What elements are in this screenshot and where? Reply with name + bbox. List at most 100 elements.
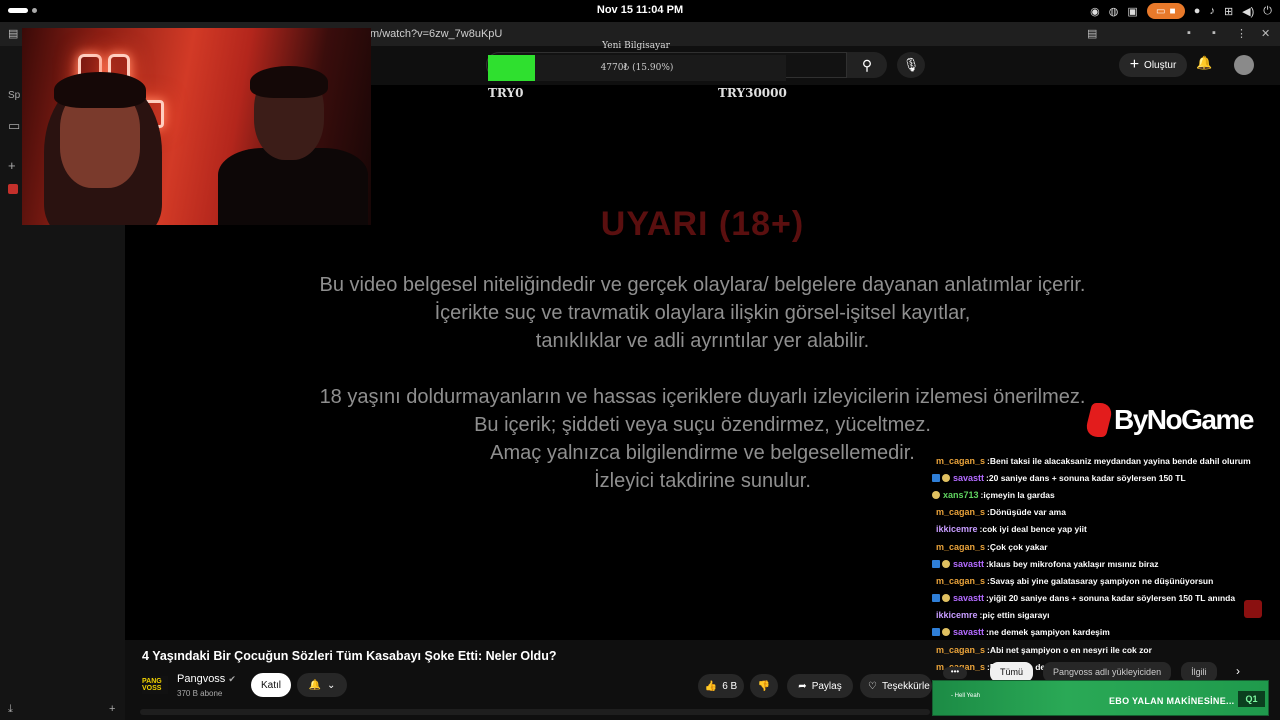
chat-text: Abi net şampiyon o en nesyri ile cok zor xyxy=(989,644,1152,655)
channel-logo[interactable]: PANG VOSS xyxy=(142,676,168,694)
chat-username[interactable]: ikkicemre xyxy=(936,524,978,534)
chat-message: m_cagan_s: Savaş abi yine galatasaray şa… xyxy=(932,572,1280,589)
more-icon[interactable]: ••• xyxy=(943,667,967,679)
stop-icon: ■ xyxy=(1169,5,1176,17)
volume-icon[interactable]: ◀) xyxy=(1242,5,1254,18)
add-tab-icon[interactable]: + xyxy=(8,158,16,173)
coin-badge-icon xyxy=(942,628,950,637)
chat-username[interactable]: m_cagan_s xyxy=(936,645,985,655)
like-count: 6 B xyxy=(722,680,738,692)
extension-icon[interactable]: ▪ xyxy=(1187,27,1191,39)
avatar[interactable] xyxy=(1234,55,1254,75)
chat-username[interactable]: m_cagan_s xyxy=(936,576,985,586)
goal-max-label: TRY30000 xyxy=(718,86,787,100)
close-icon[interactable]: ✕ xyxy=(1261,27,1270,40)
chat-text: 20 saniye dans + sonuna kadar söylersen … xyxy=(988,472,1186,483)
screen-share-indicator[interactable]: ▭ ■ xyxy=(1146,3,1185,19)
thumbs-up-icon: 👍 xyxy=(704,680,718,692)
counter-icon: Q xyxy=(1245,694,1253,704)
folder-icon[interactable]: ▭ xyxy=(8,118,20,134)
sidebar-label: Sp xyxy=(8,90,21,101)
chat-text: Çok çok yakar xyxy=(989,541,1048,552)
chat-text: yiğit 20 saniye dans + sonuna kadar söyl… xyxy=(988,593,1236,604)
share-label: Paylaş xyxy=(811,680,842,692)
add-icon[interactable]: + xyxy=(109,703,115,715)
address-bar[interactable]: m/watch?v=6zw_7w8uKpU xyxy=(370,28,502,40)
chat-text: klaus bey mikrofona yaklaşır mısınız bir… xyxy=(988,558,1159,569)
chat-username[interactable]: ikkicemre xyxy=(936,610,978,620)
microphone-icon: 🎙 xyxy=(902,57,920,72)
warning-line: tanıklıklar ve adli ayrıntılar yer alabi… xyxy=(535,330,870,352)
search-icon: ⚲ xyxy=(861,56,873,73)
tab-related[interactable]: İlgili xyxy=(1181,662,1217,682)
chat-overlay: m_cagan_s: Beni taksi ile alacaksaniz me… xyxy=(932,452,1280,675)
chat-username[interactable]: m_cagan_s xyxy=(936,456,985,466)
power-icon[interactable]: ⏻ xyxy=(1263,5,1272,18)
warning-line: Bu video belgesel niteliğindedir ve gerç… xyxy=(319,274,1086,296)
join-button[interactable]: Katıl xyxy=(251,673,291,697)
network-icon[interactable]: ⊞ xyxy=(1224,5,1233,18)
subscriber-count: 370 B abone xyxy=(177,689,223,698)
channel-name[interactable]: Pangvoss ✔ xyxy=(177,673,236,685)
download-icon[interactable]: ⤓ xyxy=(8,703,13,716)
bynogame-wordmark: ByNoGame xyxy=(1114,404,1254,435)
tab-uploader[interactable]: Pangvoss adlı yükleyiciden xyxy=(1043,662,1172,682)
record-indicator-icon[interactable]: ◉ xyxy=(1090,5,1100,18)
goal-min-label: TRY0 xyxy=(488,86,524,100)
youtube-watermark-icon xyxy=(1244,600,1262,618)
tab-all[interactable]: Tümü xyxy=(990,662,1034,682)
create-button[interactable]: + Oluştur xyxy=(1119,53,1187,77)
banner-counter: Q1 xyxy=(1238,691,1265,707)
extension-icon-2[interactable]: ▪ xyxy=(1212,27,1216,39)
dislike-button[interactable]: 👎 xyxy=(750,674,778,698)
moderator-badge-icon xyxy=(932,594,940,603)
reader-mode-icon[interactable]: ▤ xyxy=(1087,27,1097,40)
warning-title: UYARI (18+) xyxy=(600,205,805,243)
chat-text: Beni taksi ile alacaksaniz meydandan yay… xyxy=(989,455,1251,466)
chat-badges xyxy=(932,559,950,568)
like-button[interactable]: 👍 6 B xyxy=(698,674,744,698)
voice-search-button[interactable]: 🎙 xyxy=(897,52,925,78)
chat-username[interactable]: m_cagan_s xyxy=(936,542,985,552)
chat-text: Savaş abi yine galatasaray şampiyon ne d… xyxy=(989,575,1214,586)
horizontal-scrollbar[interactable] xyxy=(140,709,930,715)
chat-username[interactable]: savastt xyxy=(953,473,984,483)
moderator-badge-icon xyxy=(932,473,940,482)
thanks-button[interactable]: ♡ Teşekkürle xyxy=(860,674,932,698)
chat-text: içmeyin la gardas xyxy=(983,489,1055,500)
chat-message: m_cagan_s: Beni taksi ile alacaksaniz me… xyxy=(932,452,1280,469)
chat-username[interactable]: m_cagan_s xyxy=(936,507,985,517)
sidebar-toggle-icon[interactable]: ▤ xyxy=(8,27,18,40)
thumbs-down-icon: 👎 xyxy=(757,680,771,692)
chat-username[interactable]: savastt xyxy=(953,559,984,569)
menu-icon[interactable]: ⋮ xyxy=(1236,27,1247,40)
chat-message: ikkicemre: piç ettin sigarayı xyxy=(932,607,1280,624)
chat-username[interactable]: savastt xyxy=(953,627,984,637)
clock[interactable]: Nov 15 11:04 PM xyxy=(0,4,1280,16)
clipboard-icon[interactable]: ▣ xyxy=(1127,5,1137,18)
chat-username[interactable]: xans713 xyxy=(943,490,979,500)
bynogame-logo: ByNoGame xyxy=(1083,403,1254,437)
search-button[interactable]: ⚲ xyxy=(847,52,887,78)
chat-badges xyxy=(932,473,950,482)
chat-username[interactable]: savastt xyxy=(953,593,984,603)
active-workspace xyxy=(8,8,28,13)
chat-text: cok iyi deal bence yap yiit xyxy=(982,524,1087,535)
subscription-bell-button[interactable]: 🔔 ⌄ xyxy=(297,673,347,697)
streamer-right-hair xyxy=(250,66,328,98)
thanks-label: Teşekkürle xyxy=(881,680,930,692)
moderator-badge-icon xyxy=(932,628,940,637)
share-icon: ➦ xyxy=(798,680,807,692)
chat-message: xans713: içmeyin la gardas xyxy=(932,486,1280,503)
discord-icon[interactable]: ◍ xyxy=(1109,5,1119,18)
chat-message: savastt: 20 saniye dans + sonuna kadar s… xyxy=(932,469,1280,486)
coin-badge-icon xyxy=(942,559,950,568)
chat-message: m_cagan_s: Abi net şampiyon o en nesyri … xyxy=(932,641,1280,658)
chevron-right-icon[interactable]: › xyxy=(1236,664,1240,678)
alert-banner: ••• - Hell Yeah EBO YALAN MAKİNESİNE... … xyxy=(932,667,1269,716)
youtube-tab-icon[interactable] xyxy=(8,184,18,194)
warning-line: İçerikte suç ve travmatik olaylara ilişk… xyxy=(434,302,971,324)
share-button[interactable]: ➦ Paylaş xyxy=(787,674,853,698)
workspace-indicator[interactable] xyxy=(8,8,37,13)
notifications-icon[interactable]: 🔔 xyxy=(1196,55,1212,71)
